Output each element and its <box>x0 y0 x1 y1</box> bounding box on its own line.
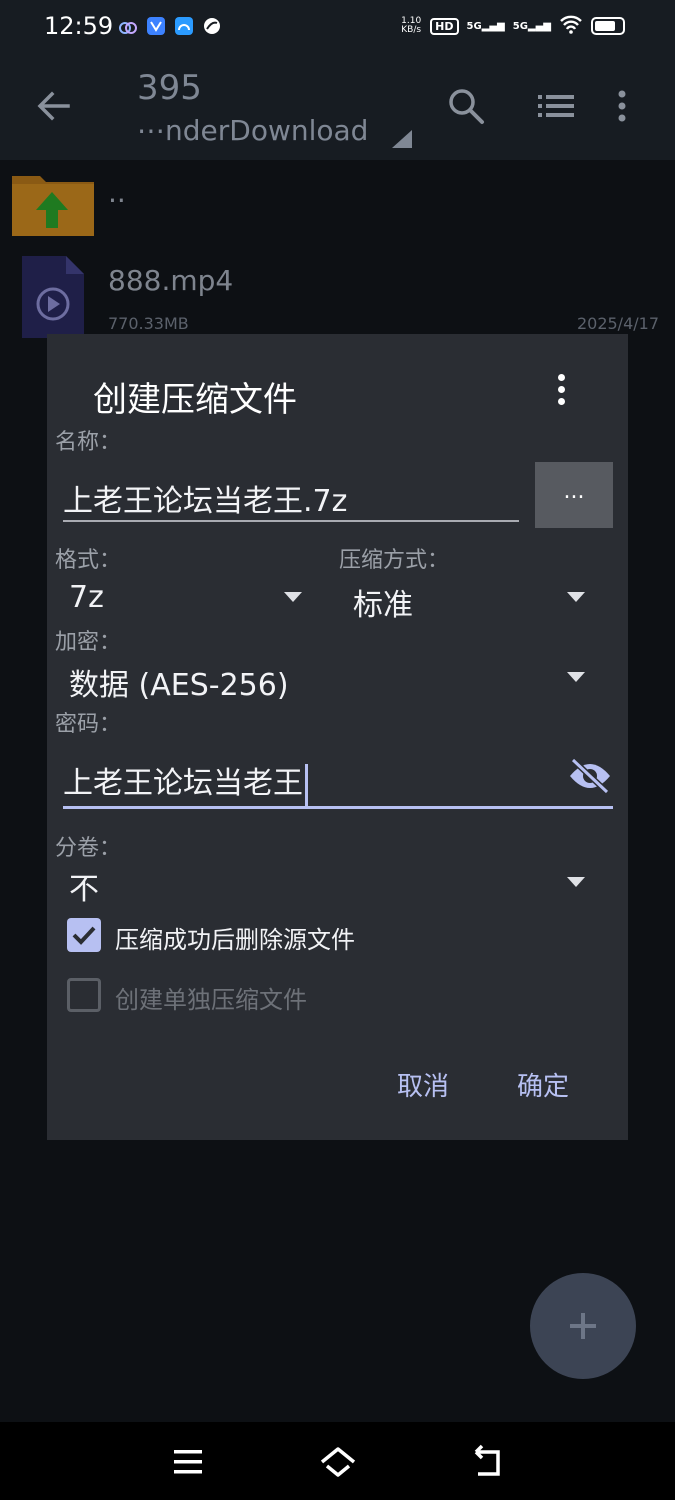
method-dropdown-icon[interactable] <box>567 592 585 602</box>
menu-nav-icon[interactable] <box>168 1442 208 1482</box>
system-status-icons: 1.10 KB/s HD 5G▂▄▆ 5G▂▄▆ <box>400 14 625 38</box>
app-bar: 395 ⋯nderDownload <box>0 56 675 160</box>
delete-source-checkbox[interactable] <box>67 918 101 952</box>
hd-voice-badge: HD <box>430 17 459 35</box>
method-label: 压缩方式： <box>339 548 450 573</box>
create-archive-dialog: 创建压缩文件 名称： 上老王论坛当老王.7z ... 格式： 7z 压缩方式： … <box>47 334 628 1140</box>
navigation-bar <box>0 1422 675 1500</box>
method-select[interactable]: 标准 <box>353 580 413 624</box>
add-fab-button[interactable] <box>530 1273 636 1379</box>
list-item-file[interactable]: 888.mp4 770.33MB 2025/4/17 <box>0 250 675 338</box>
wifi-icon <box>559 14 583 38</box>
signal-5g-secondary-icon: 5G▂▄▆ <box>512 20 551 32</box>
password-label: 密码： <box>55 712 122 737</box>
path-dropdown-icon[interactable] <box>392 130 412 148</box>
browse-button[interactable]: ... <box>535 462 613 528</box>
delete-source-label[interactable]: 压缩成功后删除源文件 <box>115 920 355 955</box>
encryption-select[interactable]: 数据 (AES-256) <box>69 660 289 704</box>
current-path[interactable]: ⋯nderDownload <box>137 114 368 147</box>
back-arrow-icon[interactable] <box>30 82 78 130</box>
format-dropdown-icon[interactable] <box>284 592 302 602</box>
file-date: 2025/4/17 <box>576 314 659 333</box>
status-time: 12:59 <box>44 12 114 40</box>
visibility-off-icon[interactable] <box>567 756 613 796</box>
encryption-dropdown-icon[interactable] <box>567 672 585 682</box>
dialog-title: 创建压缩文件 <box>93 380 297 420</box>
message-app-icon <box>146 16 166 36</box>
back-nav-icon[interactable] <box>468 1442 508 1482</box>
split-select[interactable]: 不 <box>69 864 99 908</box>
search-icon[interactable] <box>444 84 488 128</box>
parent-folder-icon <box>10 170 96 242</box>
network-speed: 1.10 KB/s <box>401 16 422 35</box>
split-label: 分卷： <box>55 836 122 861</box>
password-input[interactable]: 上老王论坛当老王 <box>63 758 308 806</box>
list-item-parent-folder[interactable]: .. <box>0 160 675 250</box>
cloud-app-icon <box>118 16 138 36</box>
name-input-underline <box>63 520 519 522</box>
cancel-button[interactable]: 取消 <box>397 1066 449 1103</box>
file-size: 770.33MB <box>108 314 189 333</box>
home-nav-icon[interactable] <box>318 1442 358 1482</box>
archive-name-input[interactable]: 上老王论坛当老王.7z <box>63 476 347 520</box>
folder-count-title: 395 <box>137 68 202 108</box>
video-file-icon <box>22 256 84 342</box>
encryption-label: 加密： <box>55 630 122 655</box>
browser-app-icon <box>174 16 194 36</box>
battery-icon <box>591 17 625 35</box>
format-label: 格式： <box>55 548 122 573</box>
signal-5g-icon: 5G▂▄▆ <box>466 20 505 32</box>
format-select[interactable]: 7z <box>69 580 104 615</box>
split-dropdown-icon[interactable] <box>567 877 585 887</box>
status-bar: 12:59 1.10 KB/s HD 5G▂▄▆ 5G▂▄▆ <box>0 0 675 56</box>
separate-archive-checkbox <box>67 978 101 1012</box>
separate-archive-label: 创建单独压缩文件 <box>115 986 307 1014</box>
name-label: 名称： <box>55 430 122 455</box>
sync-app-icon <box>202 16 222 36</box>
file-name: .. <box>108 176 126 209</box>
list-view-icon[interactable] <box>534 84 578 128</box>
notification-icons <box>118 16 222 36</box>
ok-button[interactable]: 确定 <box>517 1066 569 1103</box>
text-cursor <box>305 763 308 806</box>
password-input-underline <box>63 806 613 809</box>
dialog-more-icon[interactable] <box>551 372 571 408</box>
more-options-icon[interactable] <box>612 84 632 128</box>
file-name: 888.mp4 <box>108 264 234 297</box>
